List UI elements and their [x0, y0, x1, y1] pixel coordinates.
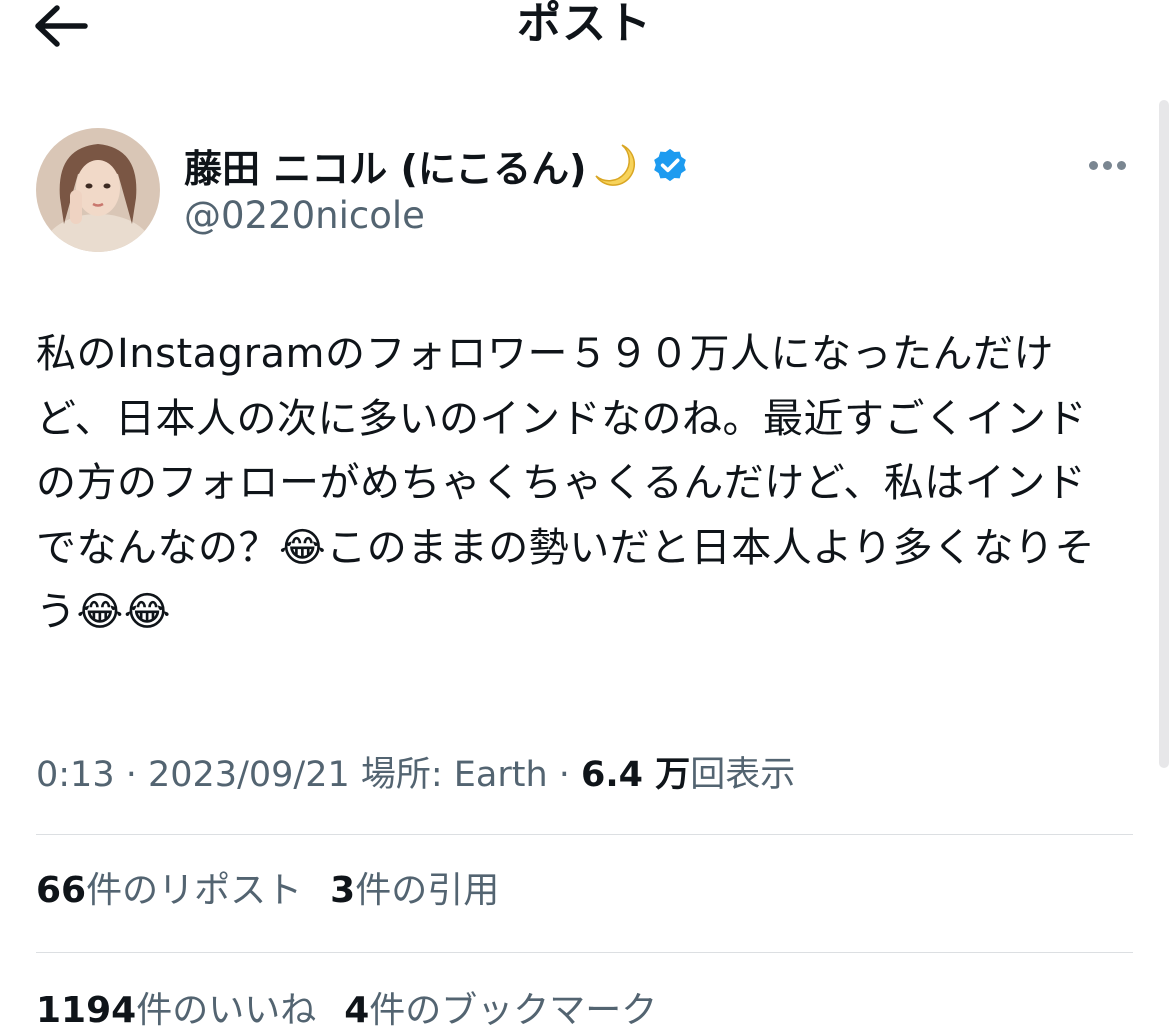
- author-handle[interactable]: @0220nicole: [184, 192, 425, 240]
- post-location: 場所: Earth: [349, 755, 548, 795]
- views-count: 6.4 万: [581, 755, 691, 795]
- page-title: ポスト: [517, 0, 652, 49]
- top-bar: ポスト: [0, 0, 1169, 60]
- post-date[interactable]: 2023/09/21: [148, 755, 350, 795]
- quotes-stat[interactable]: 3件の引用: [330, 866, 499, 916]
- avatar[interactable]: [36, 128, 160, 252]
- views-label: 回表示: [690, 755, 796, 795]
- scrollbar[interactable]: [1159, 100, 1169, 768]
- post-time[interactable]: 0:13: [36, 755, 115, 795]
- likes-stat[interactable]: 1194件のいいね: [36, 986, 316, 1036]
- stats-row-reposts: 66件のリポスト 3件の引用: [36, 866, 499, 916]
- author-name-row[interactable]: 藤田 ニコル (にこるん): [184, 138, 690, 192]
- post-text: 私のInstagramのフォロワー５９０万人になったんだけど、日本人の次に多いの…: [36, 331, 1095, 635]
- bookmarks-stat[interactable]: 4件のブックマーク: [344, 986, 657, 1036]
- post-meta: 0:13 · 2023/09/21 場所: Earth · 6.4 万回表示: [36, 755, 796, 795]
- crescent-moon-emoji: [592, 142, 638, 188]
- divider: [36, 834, 1133, 835]
- verified-badge-icon[interactable]: [650, 145, 690, 185]
- divider: [36, 952, 1133, 953]
- reposts-stat[interactable]: 66件のリポスト: [36, 866, 302, 916]
- stats-row-likes: 1194件のいいね 4件のブックマーク: [36, 986, 657, 1036]
- more-horizontal-icon: [1088, 160, 1098, 170]
- more-options-button[interactable]: [1082, 150, 1132, 180]
- author-display-name[interactable]: 藤田 ニコル (にこるん): [184, 138, 586, 193]
